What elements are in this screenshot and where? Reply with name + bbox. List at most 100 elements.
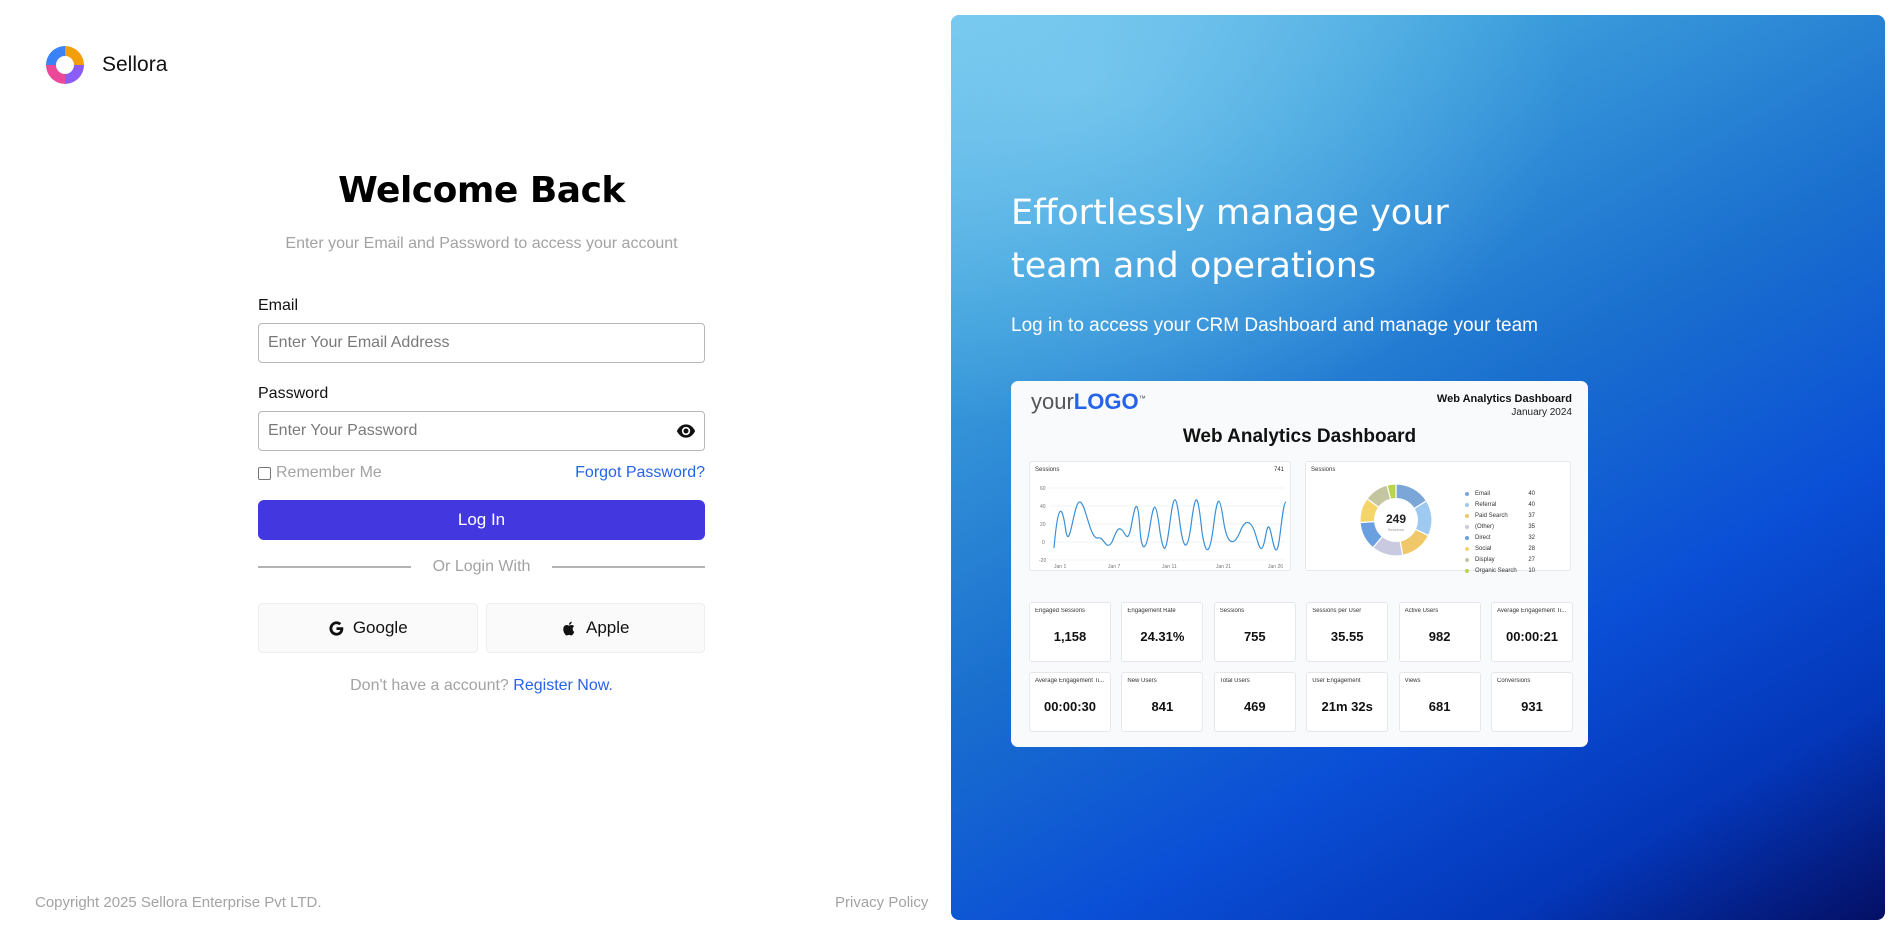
legend-dot xyxy=(1465,524,1469,529)
sessions-line-panel: Sessions 741 60 40 20 0 -20 Jan 1 Jan 7 … xyxy=(1029,461,1291,571)
login-form: Welcome Back Enter your Email and Passwo… xyxy=(258,170,705,695)
legend-value: 40 xyxy=(1528,490,1535,497)
email-label: Email xyxy=(258,297,299,314)
legend-item: Direct 32 xyxy=(1465,532,1535,543)
sessions-line xyxy=(1053,499,1287,551)
x-tick: Jan 11 xyxy=(1162,564,1177,570)
remember-me-checkbox[interactable] xyxy=(258,466,271,480)
legend-dot xyxy=(1465,513,1469,518)
legend-value: 27 xyxy=(1528,556,1535,563)
metric-card: Conversions 931 xyxy=(1491,672,1573,732)
apple-login-label: Apple xyxy=(586,618,630,637)
google-icon xyxy=(329,620,344,636)
legend-value: 40 xyxy=(1528,501,1535,508)
metric-value: 35.55 xyxy=(1330,629,1364,644)
metric-card: Sessions 755 xyxy=(1213,602,1296,662)
metric-label: Sessions xyxy=(1219,608,1245,614)
legend-dot xyxy=(1465,568,1469,573)
y-tick: 0 xyxy=(1042,540,1045,546)
divider: Or Login With xyxy=(258,558,705,576)
password-field[interactable] xyxy=(259,412,704,450)
legend-name: (Other) xyxy=(1475,523,1495,530)
metric-card: Sessions per User 35.55 xyxy=(1306,602,1389,662)
login-button[interactable]: Log In xyxy=(258,500,705,540)
metric-card: Engagement Rate 24.31% xyxy=(1121,602,1204,662)
page-title: Welcome Back xyxy=(338,170,625,211)
sessions-donut-chart: 249 Sessions xyxy=(1359,483,1433,557)
legend-name: Direct xyxy=(1475,534,1491,541)
remember-me[interactable]: Remember Me xyxy=(258,464,382,482)
page-subtitle: Enter your Email and Password to access … xyxy=(285,235,678,252)
donut-center-label: Sessions xyxy=(1388,527,1404,532)
legend-dot xyxy=(1465,557,1469,562)
legend-item: (Other) 35 xyxy=(1465,521,1535,532)
legend-item: Referral 40 xyxy=(1465,499,1535,510)
y-tick: 20 xyxy=(1040,522,1046,528)
x-tick: Jan 26 xyxy=(1268,564,1283,570)
brand[interactable]: Sellora xyxy=(42,42,167,88)
legend-item: Email 40 xyxy=(1465,488,1535,499)
metric-label: Engagement Rate xyxy=(1127,608,1176,614)
metric-label: Average Engagement Ti... xyxy=(1035,678,1105,684)
login-panel: Sellora Welcome Back Enter your Email an… xyxy=(0,0,950,935)
privacy-policy-link[interactable]: Privacy Policy xyxy=(835,894,928,911)
metric-card: Average Engagement Ti... 00:00:30 xyxy=(1029,672,1111,732)
metric-value: 1,158 xyxy=(1053,629,1087,644)
brand-name: Sellora xyxy=(102,53,168,76)
metric-value: 24.31% xyxy=(1140,629,1185,644)
sessions-line-chart: 60 40 20 0 -20 Jan 1 Jan 7 Jan 11 Jan 21… xyxy=(1039,486,1287,570)
preview-logo-tm: ™ xyxy=(1138,395,1146,403)
apple-login-button[interactable]: Apple xyxy=(485,603,705,653)
legend-name: Social xyxy=(1475,545,1492,552)
legend-item: Paid Search 37 xyxy=(1465,510,1535,521)
promo-panel: Effortlessly manage your team and operat… xyxy=(951,15,1885,920)
legend-item: Social 28 xyxy=(1465,543,1535,554)
metric-value: 931 xyxy=(1521,699,1543,714)
preview-logo-bold: LOGO xyxy=(1073,389,1139,414)
metric-label: Total Users xyxy=(1219,678,1250,684)
email-field[interactable] xyxy=(259,324,704,362)
legend-dot xyxy=(1465,502,1469,507)
promo-headline: Effortlessly manage your team and operat… xyxy=(1011,193,1449,286)
donut-legend: Email 40 Referral 40 Paid Search 37 (Other) 35 D… xyxy=(1465,488,1535,576)
password-label: Password xyxy=(258,385,329,402)
eye-icon[interactable] xyxy=(676,421,696,441)
metric-card: Active Users 982 xyxy=(1398,602,1481,662)
legend-dot xyxy=(1465,546,1469,551)
metric-label: Active Users xyxy=(1404,608,1439,614)
legend-dot xyxy=(1465,535,1469,540)
register-prompt-text: Don't have a account? xyxy=(350,677,509,694)
divider-line-left xyxy=(258,566,411,568)
legend-name: Paid Search xyxy=(1475,512,1508,519)
metric-label: Average Engagement Ti... xyxy=(1497,608,1567,614)
preview-logo-prefix: your xyxy=(1031,389,1074,414)
register-prompt: Don't have a account? Register Now. xyxy=(258,677,705,695)
metric-value: 21m 32s xyxy=(1321,699,1373,714)
legend-item: Organic Search 10 xyxy=(1465,565,1535,576)
metric-value: 00:00:21 xyxy=(1505,629,1559,644)
preview-logo: yourLOGO™ xyxy=(1031,389,1146,415)
metric-value: 982 xyxy=(1428,629,1451,644)
metric-value: 755 xyxy=(1243,629,1266,644)
promo-subline: Log in to access your CRM Dashboard and … xyxy=(1011,315,1538,336)
metric-value: 681 xyxy=(1428,699,1451,714)
sessions-donut-panel: Sessions 249 Sessions Email 40 Referral 40 P… xyxy=(1305,461,1571,574)
metric-label: Sessions per User xyxy=(1312,608,1362,614)
dashboard-preview: yourLOGO™ Web Analytics Dashboard Januar… xyxy=(1011,381,1588,747)
password-field-wrapper xyxy=(258,411,705,451)
forgot-password-link[interactable]: Forgot Password? xyxy=(575,464,705,482)
sellora-logo-icon xyxy=(46,46,84,84)
google-login-button[interactable]: Google xyxy=(258,603,478,653)
google-login-label: Google xyxy=(352,618,408,637)
y-tick: -20 xyxy=(1039,558,1046,564)
legend-item: Display 27 xyxy=(1465,554,1535,565)
social-login: Google Apple xyxy=(258,603,705,653)
register-link[interactable]: Register Now. xyxy=(513,677,613,694)
form-options-row: Remember Me Forgot Password? xyxy=(258,463,705,483)
metric-label: User Engagement xyxy=(1312,678,1361,684)
legend-name: Display xyxy=(1475,556,1495,563)
email-field-wrapper xyxy=(258,323,705,363)
metric-label: Engaged Sessions xyxy=(1035,608,1086,614)
metric-label: Views xyxy=(1404,678,1421,684)
donut-center-value: 249 xyxy=(1386,512,1406,526)
